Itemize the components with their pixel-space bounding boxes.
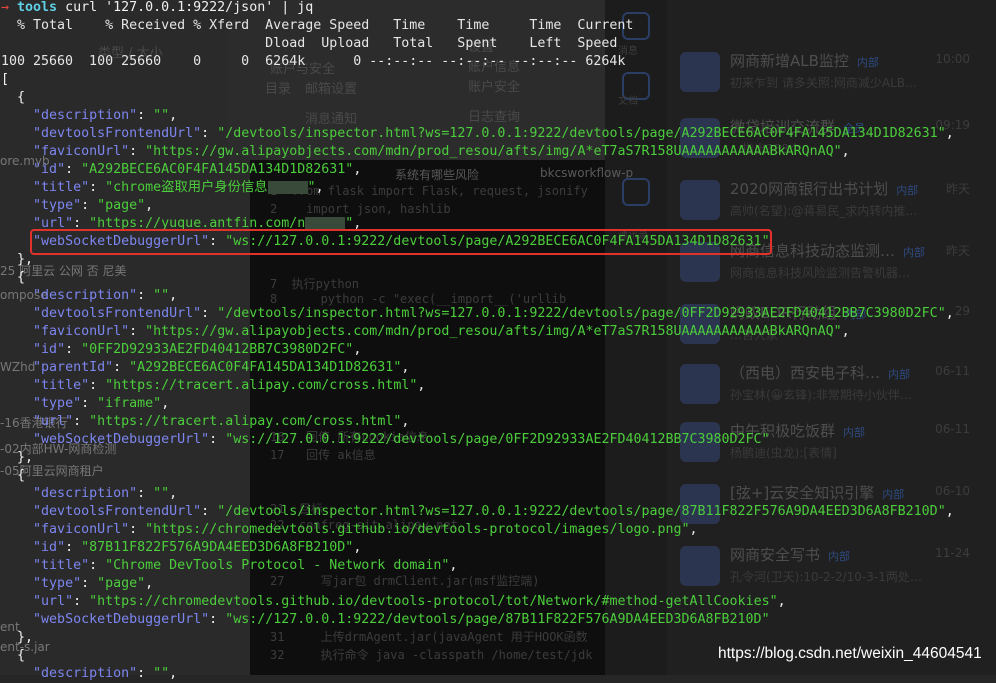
json-value: https://tracert.alipay.com/cross.html: [97, 414, 394, 429]
json-key: type: [41, 198, 74, 213]
curl-progress-line: Dload Upload Total Spent Left Speed: [1, 36, 618, 51]
json-field: "faviconUrl": "https://chromedevtools.gi…: [33, 522, 698, 537]
json-key: webSocketDebuggerUrl: [41, 432, 202, 447]
json-field: "id": "0FF2D92933AE2FD40412BB7C3980D2FC"…: [33, 342, 362, 357]
json-field: "description": "",: [33, 288, 178, 303]
json-value: A292BECE6AC0F4FA145DA134D1D82631: [137, 360, 394, 375]
json-key: faviconUrl: [41, 324, 122, 339]
json-object-open: {: [1, 90, 26, 105]
json-field: "title": "Chrome DevTools Protocol - Net…: [33, 558, 458, 573]
json-field: "title": "chrome盗取用户身份信息 ",: [33, 180, 324, 195]
json-key: faviconUrl: [41, 522, 122, 537]
json-field: "devtoolsFrontendUrl": "/devtools/inspec…: [33, 504, 954, 519]
json-key: id: [41, 342, 58, 357]
curl-progress-line: % Total % Received % Xferd Average Speed…: [1, 18, 634, 33]
json-value: Chrome DevTools Protocol - Network domai…: [113, 558, 442, 573]
json-field: "webSocketDebuggerUrl": "ws://127.0.0.1:…: [33, 612, 770, 627]
json-value: ws://127.0.0.1:9222/devtools/page/87B11F…: [233, 612, 762, 627]
redacted-mosaic: [305, 216, 346, 230]
json-field: "type": "page",: [33, 576, 154, 591]
terminal-output[interactable]: → tools curl '127.0.0.1:9222/json' | jq …: [1, 0, 954, 683]
json-field: "type": "page",: [33, 198, 154, 213]
json-key: description: [41, 666, 130, 681]
json-field: "faviconUrl": "https://gw.alipayobjects.…: [33, 144, 850, 159]
command-text: curl '127.0.0.1:9222/json' | jq: [57, 0, 314, 15]
json-value: page: [105, 576, 138, 591]
json-key: url: [41, 414, 66, 429]
json-key: title: [41, 378, 82, 393]
json-field: "id": "87B11F822F576A9DA4EED3D6A8FB210D"…: [33, 540, 362, 555]
json-field: "url": "https://tracert.alipay.com/cross…: [33, 414, 410, 429]
json-key: webSocketDebuggerUrl: [41, 612, 202, 627]
json-value: /devtools/inspector.html?ws=127.0.0.1:92…: [225, 504, 938, 519]
json-key: parentId: [41, 360, 106, 375]
json-field: "type": "iframe",: [33, 396, 170, 411]
json-key: devtoolsFrontendUrl: [41, 126, 194, 141]
json-value: page: [105, 198, 138, 213]
json-key: type: [41, 576, 74, 591]
chat-time: 29: [954, 304, 970, 318]
watermark: https://blog.csdn.net/weixin_44604541: [718, 645, 982, 662]
json-field: "url": "https://chromedevtools.github.io…: [33, 594, 786, 609]
curl-progress-line: 100 25660 100 25660 0 0 6264k 0 --:--:--…: [1, 54, 626, 69]
json-key: title: [41, 558, 82, 573]
json-key: url: [41, 594, 66, 609]
json-value: chrome盗取用户身份信息: [113, 180, 268, 195]
json-value: iframe: [105, 396, 154, 411]
json-field: "devtoolsFrontendUrl": "/devtools/inspec…: [33, 306, 954, 321]
json-field: "devtoolsFrontendUrl": "/devtools/inspec…: [33, 126, 954, 141]
redacted-mosaic: [267, 180, 308, 194]
json-value: 87B11F822F576A9DA4EED3D6A8FB210D: [89, 540, 346, 555]
json-value: A292BECE6AC0F4FA145DA134D1D82631: [89, 162, 346, 177]
json-object-close: },: [1, 450, 34, 465]
prompt-directory: tools: [17, 0, 58, 15]
json-value: https://chromedevtools.github.io/devtool…: [153, 522, 682, 537]
json-object-open: {: [1, 468, 26, 483]
json-key: devtoolsFrontendUrl: [41, 504, 194, 519]
json-value: https://chromedevtools.github.io/devtool…: [97, 594, 770, 609]
json-object-open: {: [1, 270, 26, 285]
json-field: "description": "",: [33, 486, 178, 501]
json-key: id: [41, 540, 58, 555]
json-key: description: [41, 108, 130, 123]
json-key: devtoolsFrontendUrl: [41, 306, 194, 321]
json-value: https://gw.alipayobjects.com/mdn/prod_re…: [153, 144, 834, 159]
json-key: title: [41, 180, 82, 195]
json-field: "description": "",: [33, 108, 178, 123]
json-value: /devtools/inspector.html?ws=127.0.0.1:92…: [225, 306, 938, 321]
json-field: "id": "A292BECE6AC0F4FA145DA134D1D82631"…: [33, 162, 362, 177]
json-value: ws://127.0.0.1:9222/devtools/page/0FF2D9…: [233, 432, 762, 447]
json-value: https://gw.alipayobjects.com/mdn/prod_re…: [153, 324, 834, 339]
json-field: "description": "",: [33, 666, 178, 681]
json-field: "webSocketDebuggerUrl": "ws://127.0.0.1:…: [33, 432, 770, 447]
highlight-box: [30, 229, 772, 255]
json-field: "title": "https://tracert.alipay.com/cro…: [33, 378, 426, 393]
json-field: "faviconUrl": "https://gw.alipayobjects.…: [33, 324, 850, 339]
json-key: type: [41, 396, 74, 411]
json-key: description: [41, 288, 130, 303]
json-value: /devtools/inspector.html?ws=127.0.0.1:92…: [225, 126, 938, 141]
command-line: → tools curl '127.0.0.1:9222/json' | jq: [1, 0, 954, 17]
json-value: 0FF2D92933AE2FD40412BB7C3980D2FC: [89, 342, 346, 357]
json-array-open: [: [1, 72, 10, 87]
json-key: id: [41, 162, 58, 177]
prompt-arrow-icon: →: [1, 0, 10, 15]
json-value: https://tracert.alipay.com/cross.html: [113, 378, 410, 393]
json-key: faviconUrl: [41, 144, 122, 159]
json-field: "parentId": "A292BECE6AC0F4FA145DA134D1D…: [33, 360, 410, 375]
json-key: description: [41, 486, 130, 501]
